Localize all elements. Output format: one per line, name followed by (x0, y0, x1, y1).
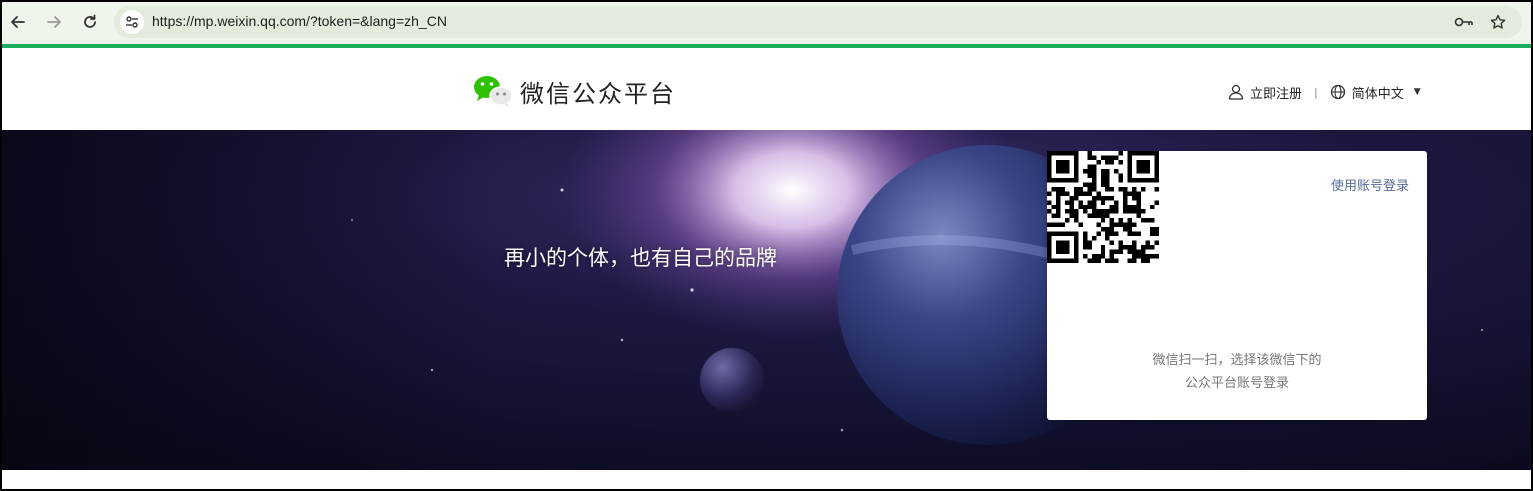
url-text[interactable]: https://mp.weixin.qq.com/?token=&lang=zh… (152, 13, 447, 29)
globe-icon (1330, 84, 1345, 100)
qr-code-icon (1047, 151, 1159, 263)
key-icon (1454, 17, 1473, 27)
banner-slogan: 再小的个体，也有自己的品牌 (504, 246, 777, 270)
page-bottom (2, 470, 1531, 489)
user-icon (1228, 84, 1244, 100)
bookmark-button[interactable] (1488, 12, 1508, 32)
language-selector[interactable]: 简体中文 ▼ (1330, 83, 1421, 102)
header-nav: 立即注册 | 简体中文 ▼ (1228, 82, 1421, 102)
forward-button[interactable] (42, 10, 66, 34)
site-info-button[interactable] (120, 10, 144, 34)
back-arrow-icon (11, 16, 25, 28)
browser-toolbar: https://mp.weixin.qq.com/?token=&lang=zh… (2, 2, 1531, 44)
login-panel: 登录 使用账号登录 微信扫一扫，选择该微信下的 公众平台账号登录 (1047, 151, 1427, 420)
hero-banner: 再小的个体，也有自己的品牌 登录 使用账号登录 微信扫一扫，选择该微信下的 公众… (2, 130, 1531, 470)
forward-arrow-icon (47, 16, 61, 28)
account-login-link[interactable]: 使用账号登录 (1331, 175, 1409, 194)
qr-instructions: 微信扫一扫，选择该微信下的 公众平台账号登录 (1047, 349, 1427, 395)
site-header: 微信公众平台 立即注册 | 简体中文 ▼ (2, 48, 1531, 130)
reload-icon (84, 14, 96, 28)
header-separator: | (1314, 85, 1318, 99)
register-label: 立即注册 (1250, 86, 1303, 102)
star-icon (1490, 14, 1506, 29)
brand-title[interactable]: 微信公众平台 (520, 74, 676, 109)
site-info-icon (126, 16, 138, 28)
password-key-button[interactable] (1454, 12, 1474, 32)
caret-down-icon: ▼ (1413, 87, 1421, 97)
qr-instructions-line2: 公众平台账号登录 (1184, 376, 1289, 391)
language-label: 简体中文 (1351, 86, 1404, 102)
address-bar[interactable]: https://mp.weixin.qq.com/?token=&lang=zh… (114, 6, 1522, 38)
register-link[interactable]: 立即注册 (1228, 83, 1302, 102)
browser-window: https://mp.weixin.qq.com/?token=&lang=zh… (0, 0, 1533, 491)
reload-button[interactable] (78, 10, 102, 34)
wechat-logo-icon[interactable] (472, 74, 514, 108)
qr-instructions-line1: 微信扫一扫，选择该微信下的 (1152, 353, 1322, 368)
back-button[interactable] (6, 10, 30, 34)
